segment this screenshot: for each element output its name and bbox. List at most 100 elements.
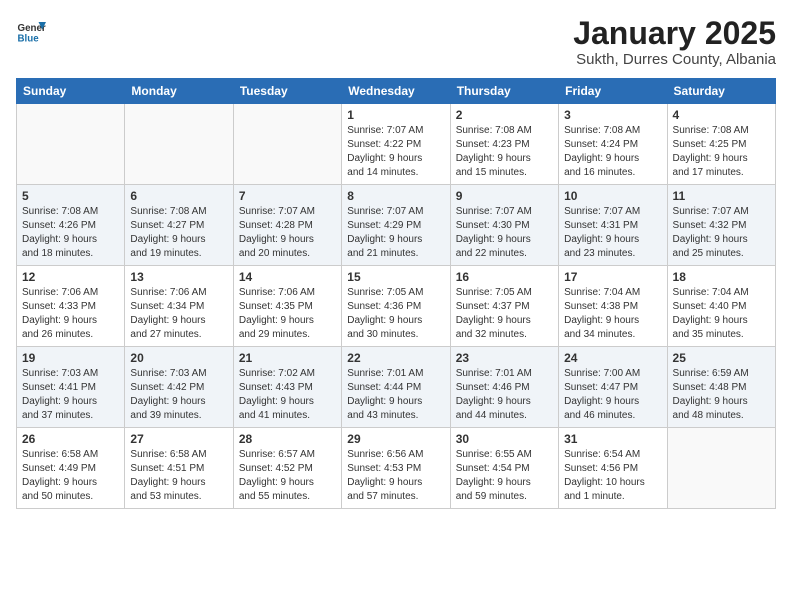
day-number: 18 [673,270,770,284]
day-cell-4: 4Sunrise: 7:08 AM Sunset: 4:25 PM Daylig… [667,104,775,185]
day-number: 8 [347,189,444,203]
day-info: Sunrise: 7:06 AM Sunset: 4:35 PM Dayligh… [239,286,336,342]
day-cell-11: 11 Sunrise: 7:07 AM Sunset: 4:32 PM Dayli… [667,185,775,266]
day-cell-empty [233,104,341,185]
day-number: 28 [239,432,336,446]
day-info: Sunrise: 6:59 AM Sunset: 4:48 PM Dayligh… [673,367,770,423]
calendar-subtitle: Sukth, Durres County, Albania [573,51,776,68]
day-cell-20: 20 Sunrise: 7:03 AM Sunset: 4:42 PM Dayli… [125,347,233,428]
day-info: Sunrise: 7:08 AM Sunset: 4:24 PM Dayligh… [564,124,661,180]
title-block: January 2025 Sukth, Durres County, Alban… [573,16,776,68]
day-info: Sunrise: 7:07 AM Sunset: 4:28 PM Dayligh… [239,205,336,261]
day-info: Sunrise: 7:05 AM Sunset: 4:36 PM Dayligh… [347,286,444,342]
day-info: Sunrise: 7:04 AM Sunset: 4:40 PM Dayligh… [673,286,770,342]
day-info: Sunrise: 7:07 AM Sunset: 4:30 PM Dayligh… [456,205,553,261]
day-cell-empty [667,428,775,509]
day-number: 13 [130,270,227,284]
day-number: 20 [130,351,227,365]
day-number: 27 [130,432,227,446]
day-number: 5 [22,189,119,203]
week-row-2: 5 Sunrise: 7:08 AM Sunset: 4:26 PM Daylig… [17,185,776,266]
day-cell-7: 7 Sunrise: 7:07 AM Sunset: 4:28 PM Daylig… [233,185,341,266]
day-number: 12 [22,270,119,284]
day-info: Sunrise: 6:58 AM Sunset: 4:51 PM Dayligh… [130,448,227,504]
weekday-monday: Monday [125,79,233,104]
day-info: Sunrise: 7:07 AM Sunset: 4:31 PM Dayligh… [564,205,661,261]
week-row-4: 19 Sunrise: 7:03 AM Sunset: 4:41 PM Dayli… [17,347,776,428]
day-number: 25 [673,351,770,365]
day-cell-empty [17,104,125,185]
day-number: 22 [347,351,444,365]
day-cell-15: 15 Sunrise: 7:05 AM Sunset: 4:36 PM Dayli… [342,266,450,347]
day-number: 24 [564,351,661,365]
day-cell-6: 6 Sunrise: 7:08 AM Sunset: 4:27 PM Daylig… [125,185,233,266]
day-number: 16 [456,270,553,284]
day-cell-25: 25 Sunrise: 6:59 AM Sunset: 4:48 PM Dayli… [667,347,775,428]
day-number: 15 [347,270,444,284]
day-cell-26: 26 Sunrise: 6:58 AM Sunset: 4:49 PM Dayli… [17,428,125,509]
weekday-thursday: Thursday [450,79,558,104]
day-number: 21 [239,351,336,365]
day-cell-14: 14Sunrise: 7:06 AM Sunset: 4:35 PM Dayli… [233,266,341,347]
day-cell-27: 27 Sunrise: 6:58 AM Sunset: 4:51 PM Dayli… [125,428,233,509]
weekday-tuesday: Tuesday [233,79,341,104]
day-cell-9: 9Sunrise: 7:07 AM Sunset: 4:30 PM Daylig… [450,185,558,266]
day-cell-empty [125,104,233,185]
day-number: 2 [456,108,553,122]
day-number: 6 [130,189,227,203]
calendar-table: SundayMondayTuesdayWednesdayThursdayFrid… [16,78,776,509]
day-cell-19: 19 Sunrise: 7:03 AM Sunset: 4:41 PM Dayli… [17,347,125,428]
day-number: 19 [22,351,119,365]
week-row-5: 26 Sunrise: 6:58 AM Sunset: 4:49 PM Dayli… [17,428,776,509]
day-info: Sunrise: 7:08 AM Sunset: 4:27 PM Dayligh… [130,205,227,261]
weekday-saturday: Saturday [667,79,775,104]
day-number: 26 [22,432,119,446]
day-info: Sunrise: 7:02 AM Sunset: 4:43 PM Dayligh… [239,367,336,423]
day-cell-22: 22Sunrise: 7:01 AM Sunset: 4:44 PM Dayli… [342,347,450,428]
day-cell-28: 28Sunrise: 6:57 AM Sunset: 4:52 PM Dayli… [233,428,341,509]
page-header: General Blue January 2025 Sukth, Durres … [16,16,776,68]
day-cell-31: 31 Sunrise: 6:54 AM Sunset: 4:56 PM Dayli… [559,428,667,509]
week-row-3: 12 Sunrise: 7:06 AM Sunset: 4:33 PM Dayli… [17,266,776,347]
day-info: Sunrise: 6:58 AM Sunset: 4:49 PM Dayligh… [22,448,119,504]
day-info: Sunrise: 7:05 AM Sunset: 4:37 PM Dayligh… [456,286,553,342]
day-info: Sunrise: 7:06 AM Sunset: 4:34 PM Dayligh… [130,286,227,342]
calendar-title: January 2025 [573,16,776,51]
day-number: 11 [673,189,770,203]
day-cell-18: 18 Sunrise: 7:04 AM Sunset: 4:40 PM Dayli… [667,266,775,347]
day-cell-24: 24 Sunrise: 7:00 AM Sunset: 4:47 PM Dayli… [559,347,667,428]
day-number: 30 [456,432,553,446]
day-number: 7 [239,189,336,203]
day-info: Sunrise: 7:03 AM Sunset: 4:42 PM Dayligh… [130,367,227,423]
day-number: 10 [564,189,661,203]
day-cell-10: 10 Sunrise: 7:07 AM Sunset: 4:31 PM Dayli… [559,185,667,266]
day-cell-3: 3Sunrise: 7:08 AM Sunset: 4:24 PM Daylig… [559,104,667,185]
day-info: Sunrise: 7:06 AM Sunset: 4:33 PM Dayligh… [22,286,119,342]
day-number: 29 [347,432,444,446]
day-cell-21: 21 Sunrise: 7:02 AM Sunset: 4:43 PM Dayli… [233,347,341,428]
day-info: Sunrise: 7:03 AM Sunset: 4:41 PM Dayligh… [22,367,119,423]
day-info: Sunrise: 7:07 AM Sunset: 4:22 PM Dayligh… [347,124,444,180]
day-cell-5: 5 Sunrise: 7:08 AM Sunset: 4:26 PM Daylig… [17,185,125,266]
day-number: 31 [564,432,661,446]
weekday-wednesday: Wednesday [342,79,450,104]
day-info: Sunrise: 7:08 AM Sunset: 4:23 PM Dayligh… [456,124,553,180]
day-info: Sunrise: 6:55 AM Sunset: 4:54 PM Dayligh… [456,448,553,504]
day-number: 4 [673,108,770,122]
day-info: Sunrise: 7:00 AM Sunset: 4:47 PM Dayligh… [564,367,661,423]
day-info: Sunrise: 7:07 AM Sunset: 4:32 PM Dayligh… [673,205,770,261]
day-info: Sunrise: 7:08 AM Sunset: 4:26 PM Dayligh… [22,205,119,261]
day-cell-8: 8 Sunrise: 7:07 AM Sunset: 4:29 PM Daylig… [342,185,450,266]
weekday-friday: Friday [559,79,667,104]
day-number: 23 [456,351,553,365]
week-row-1: 1 Sunrise: 7:07 AM Sunset: 4:22 PM Daylig… [17,104,776,185]
logo: General Blue [16,16,46,46]
day-info: Sunrise: 7:04 AM Sunset: 4:38 PM Dayligh… [564,286,661,342]
day-info: Sunrise: 7:07 AM Sunset: 4:29 PM Dayligh… [347,205,444,261]
day-cell-17: 17Sunrise: 7:04 AM Sunset: 4:38 PM Dayli… [559,266,667,347]
day-cell-1: 1 Sunrise: 7:07 AM Sunset: 4:22 PM Daylig… [342,104,450,185]
day-cell-30: 30 Sunrise: 6:55 AM Sunset: 4:54 PM Dayli… [450,428,558,509]
day-number: 1 [347,108,444,122]
day-info: Sunrise: 6:54 AM Sunset: 4:56 PM Dayligh… [564,448,661,504]
logo-icon: General Blue [16,16,46,46]
